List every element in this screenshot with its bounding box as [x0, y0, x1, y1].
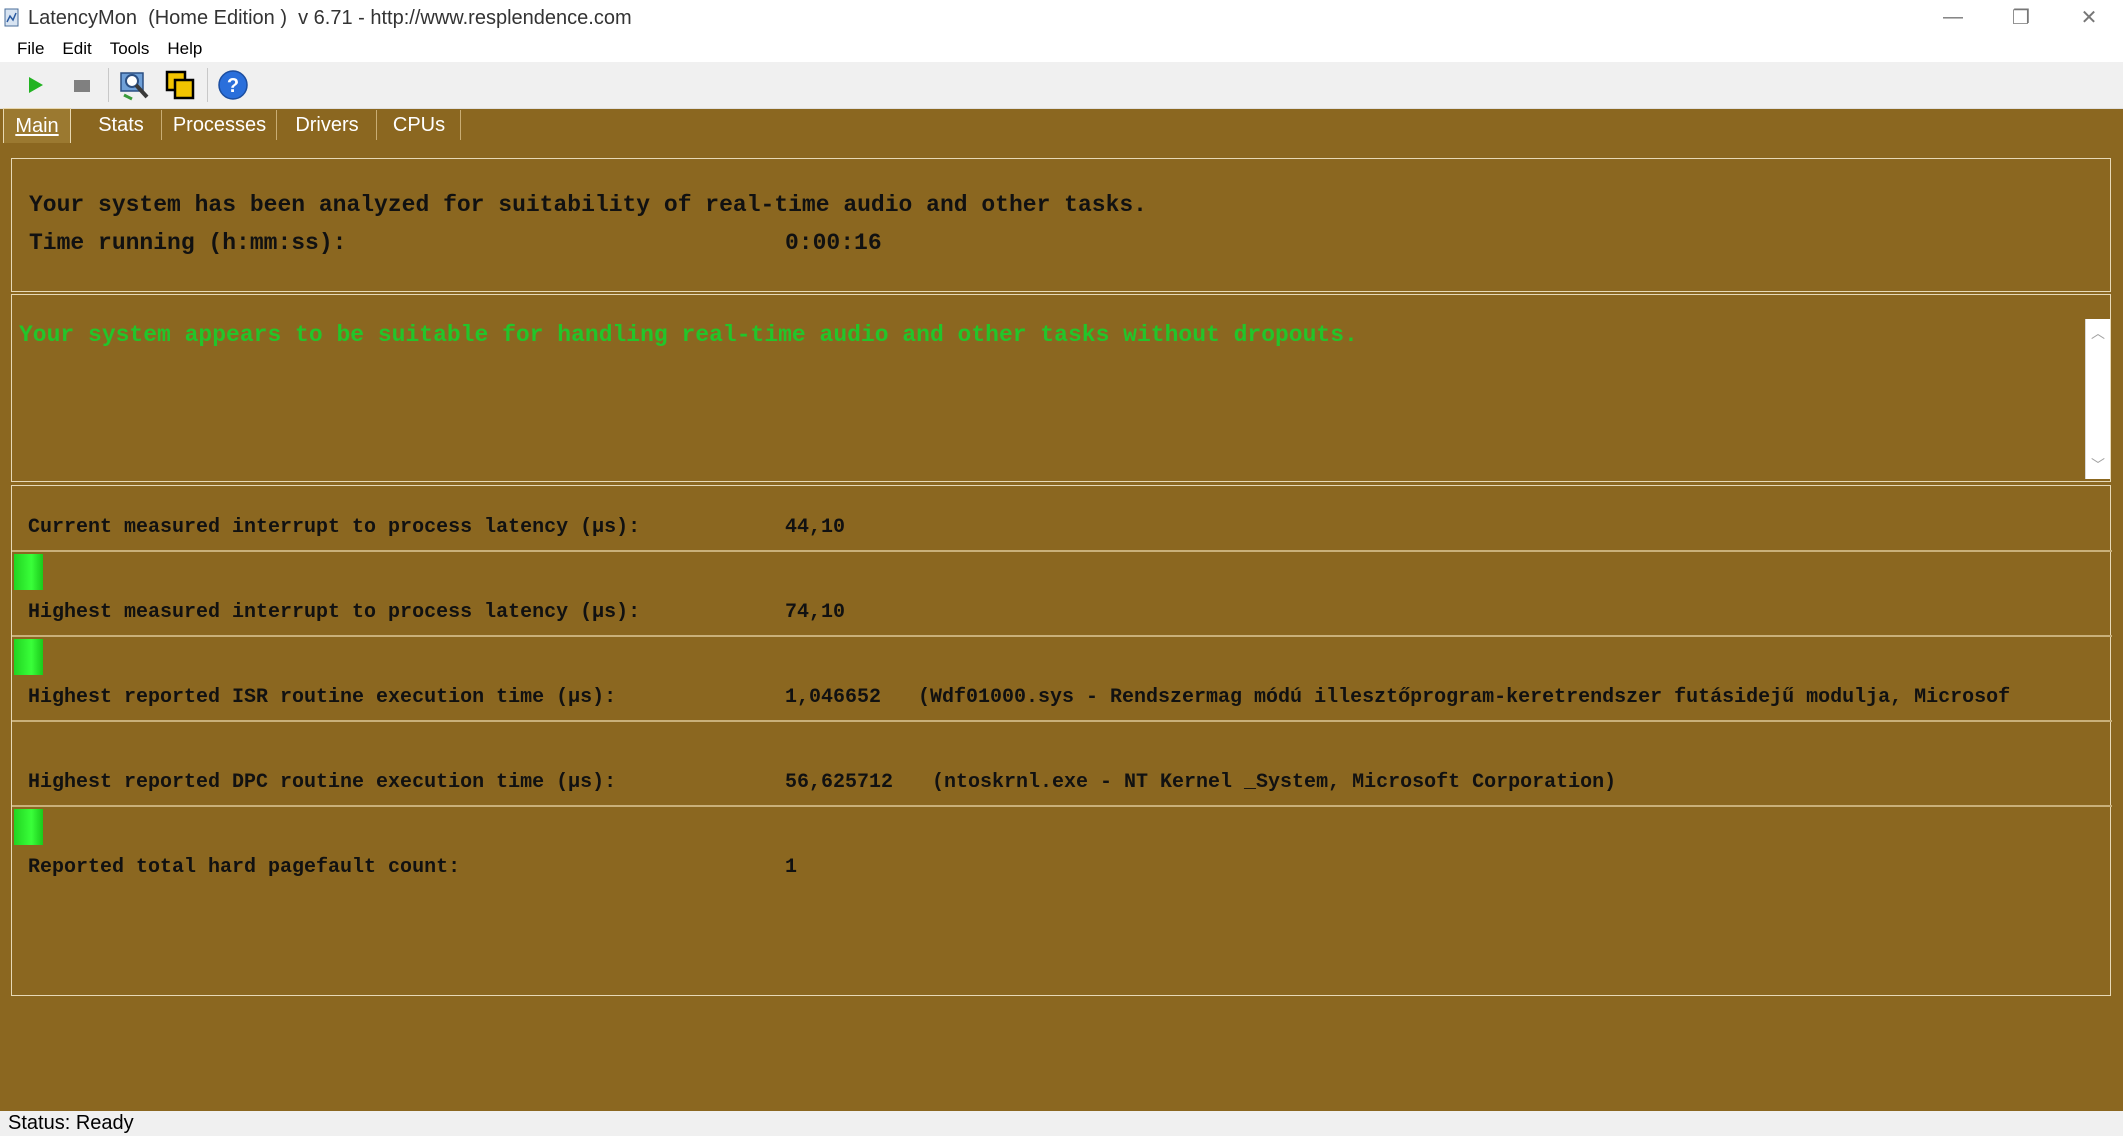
window-title: LatencyMon (Home Edition ) v 6.71 - http… — [28, 6, 632, 29]
scroll-up-icon[interactable]: ︿ — [2086, 323, 2110, 343]
help-button[interactable]: ? — [212, 65, 254, 105]
status-bar: Status: Ready — [0, 1111, 2123, 1136]
conclusion-scrollbar[interactable]: ︿ ﹀ — [2085, 319, 2110, 479]
current-latency-bar — [12, 550, 2112, 590]
conclusion-message: Your system appears to be suitable for h… — [19, 322, 1358, 348]
restore-icon: ❐ — [2012, 6, 2030, 29]
dpc-time-bar-fill — [14, 809, 43, 845]
time-running-label: Time running (h:mm:ss): — [29, 230, 347, 256]
current-latency-value: 44,10 — [785, 516, 846, 539]
highest-latency-value: 74,10 — [785, 601, 846, 624]
start-button[interactable] — [14, 65, 56, 105]
dpc-time-label: Highest reported DPC routine execution t… — [28, 771, 617, 794]
stop-icon — [74, 80, 90, 92]
scroll-down-icon[interactable]: ﹀ — [2086, 455, 2110, 475]
analyze-icon — [120, 72, 149, 101]
time-running-value: 0:00:16 — [785, 230, 882, 256]
close-button[interactable]: ✕ — [2055, 0, 2123, 34]
toolbar: ? — [0, 62, 2123, 109]
close-icon: ✕ — [2080, 6, 2098, 29]
summary-heading: Your system has been analyzed for suitab… — [29, 192, 1147, 218]
minimize-icon: — — [1943, 5, 1963, 28]
tab-stats[interactable]: Stats — [80, 108, 162, 142]
pagefault-label: Reported total hard pagefault count: — [28, 856, 461, 879]
toolbar-separator — [207, 68, 208, 102]
summary-panel: Your system has been analyzed for suitab… — [11, 158, 2111, 292]
highest-latency-bar — [12, 635, 2112, 675]
stop-button[interactable] — [60, 65, 102, 105]
windows-button[interactable] — [159, 65, 201, 105]
menu-tools[interactable]: Tools — [103, 39, 157, 59]
windows-icon — [165, 70, 195, 100]
svg-text:?: ? — [227, 75, 239, 97]
current-latency-bar-fill — [14, 554, 43, 590]
tab-processes[interactable]: Processes — [162, 108, 277, 142]
pagefault-value: 1 — [785, 856, 798, 879]
conclusion-panel: Your system appears to be suitable for h… — [11, 294, 2111, 482]
app-icon — [4, 8, 19, 27]
dpc-time-bar — [12, 805, 2112, 845]
tab-cpus[interactable]: CPUs — [377, 108, 461, 142]
dpc-time-value: 56,625712 — [785, 771, 894, 794]
highest-latency-label: Highest measured interrupt to process la… — [28, 601, 641, 624]
restore-button[interactable]: ❐ — [1987, 0, 2055, 34]
current-latency-label: Current measured interrupt to process la… — [28, 516, 641, 539]
isr-time-detail: (Wdf01000.sys - Rendszermag módú illeszt… — [918, 686, 2011, 709]
isr-time-label: Highest reported ISR routine execution t… — [28, 686, 617, 709]
isr-time-value: 1,046652 — [785, 686, 882, 709]
menu-edit[interactable]: Edit — [55, 39, 98, 59]
toolbar-separator — [108, 68, 109, 102]
help-icon: ? — [218, 70, 248, 100]
tab-main[interactable]: Main — [3, 108, 71, 143]
dpc-time-detail: (ntoskrnl.exe - NT Kernel _System, Micro… — [932, 771, 1617, 794]
highest-latency-bar-fill — [14, 639, 43, 675]
minimize-button[interactable]: — — [1919, 0, 1987, 34]
status-text: Status: Ready — [8, 1112, 134, 1134]
analyze-button[interactable] — [113, 65, 155, 105]
isr-time-bar — [12, 720, 2112, 760]
title-bar: LatencyMon (Home Edition ) v 6.71 - http… — [0, 0, 2123, 36]
menu-file[interactable]: File — [10, 39, 51, 59]
menu-bar: File Edit Tools Help — [0, 36, 2123, 62]
tab-drivers[interactable]: Drivers — [277, 108, 377, 142]
tab-bar: Main Stats Processes Drivers CPUs — [0, 108, 2123, 144]
play-icon — [29, 77, 43, 93]
measurements-panel: Current measured interrupt to process la… — [11, 485, 2112, 996]
menu-help[interactable]: Help — [160, 39, 209, 59]
